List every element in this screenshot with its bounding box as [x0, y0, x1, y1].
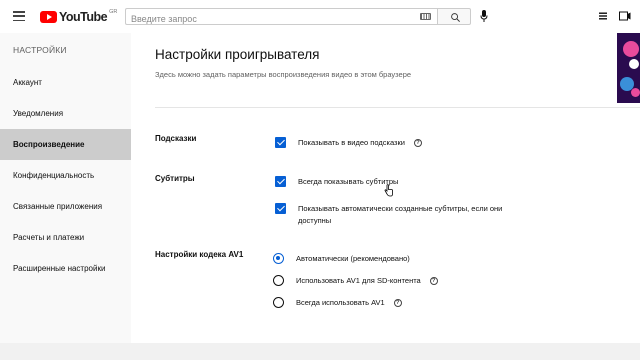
create-video-icon[interactable] — [619, 11, 631, 21]
section-divider — [155, 107, 640, 108]
menu-icon[interactable] — [13, 11, 25, 22]
hints-option: Показывать в видео подсказки? — [275, 137, 422, 149]
sidebar-item-account[interactable]: Аккаунт — [0, 67, 131, 98]
video-thumbnail-edge — [617, 33, 640, 103]
subtitles-auto-label-line2: доступны — [298, 216, 332, 225]
sidebar-item-playback[interactable]: Воспроизведение — [0, 129, 131, 160]
search-input[interactable] — [126, 11, 396, 27]
sidebar-item-privacy[interactable]: Конфиденциальность — [0, 160, 131, 191]
help-icon[interactable]: ? — [413, 139, 422, 148]
apps-menu-icon[interactable] — [598, 11, 608, 21]
subtitles-section-label: Субтитры — [155, 174, 195, 183]
keyboard-icon[interactable] — [420, 13, 431, 20]
help-icon[interactable]: ? — [429, 277, 438, 286]
subtitles-auto-label: Показывать автоматически созданные субти… — [298, 203, 502, 227]
subtitles-always-checkbox[interactable] — [275, 176, 286, 187]
mouse-pointer-icon — [384, 184, 393, 197]
av1-sd-radio[interactable] — [273, 275, 284, 286]
av1-auto-radio[interactable] — [273, 253, 284, 264]
av1-always-option: Всегда использовать AV1? — [273, 297, 402, 309]
microphone-icon[interactable] — [480, 10, 488, 22]
av1-sd-label: Использовать AV1 для SD-контента? — [296, 275, 438, 287]
sidebar-item-advanced[interactable]: Расширенные настройки — [0, 253, 131, 284]
page-title: Настройки проигрывателя — [155, 47, 320, 62]
settings-sidebar: НАСТРОЙКИ Аккаунт Уведомления Воспроизве… — [0, 33, 131, 343]
av1-always-radio[interactable] — [273, 297, 284, 308]
page-subtitle: Здесь можно задать параметры воспроизвед… — [155, 70, 412, 79]
search-button[interactable] — [437, 8, 471, 25]
search-icon — [451, 13, 460, 22]
av1-auto-option: Автоматически (рекомендовано) — [273, 253, 410, 265]
av1-sd-label-text: Использовать AV1 для SD-контента — [296, 276, 421, 285]
help-icon[interactable]: ? — [393, 299, 402, 308]
hints-option-text: Показывать в видео подсказки — [298, 138, 405, 147]
av1-section-label: Настройки кодека AV1 — [155, 250, 244, 259]
subtitles-auto-label-line1: Показывать автоматически созданные субти… — [298, 204, 503, 213]
sidebar-title: НАСТРОЙКИ — [13, 45, 67, 55]
logo-region-code: GR — [109, 9, 118, 15]
sidebar-item-notifications[interactable]: Уведомления — [0, 98, 131, 129]
play-logo-icon — [40, 11, 57, 23]
hints-checkbox[interactable] — [275, 137, 286, 148]
sidebar-item-billing[interactable]: Расчеты и платежи — [0, 222, 131, 253]
top-bar: YouTube GR — [0, 0, 640, 33]
youtube-logo[interactable]: YouTube GR — [40, 9, 118, 24]
subtitles-auto-checkbox[interactable] — [275, 203, 286, 214]
search-box — [125, 8, 437, 27]
hints-section-label: Подсказки — [155, 134, 197, 143]
av1-always-label-text: Всегда использовать AV1 — [296, 298, 385, 307]
subtitles-auto-option: Показывать автоматически созданные субти… — [275, 203, 502, 227]
hints-option-label: Показывать в видео подсказки? — [298, 137, 422, 149]
subtitles-always-option: Всегда показывать субтитры — [275, 176, 398, 188]
av1-sd-option: Использовать AV1 для SD-контента? — [273, 275, 438, 287]
sidebar-item-connected-apps[interactable]: Связанные приложения — [0, 191, 131, 222]
av1-always-label: Всегда использовать AV1? — [296, 297, 402, 309]
av1-auto-label: Автоматически (рекомендовано) — [296, 254, 410, 263]
logo-text: YouTube — [59, 10, 108, 24]
